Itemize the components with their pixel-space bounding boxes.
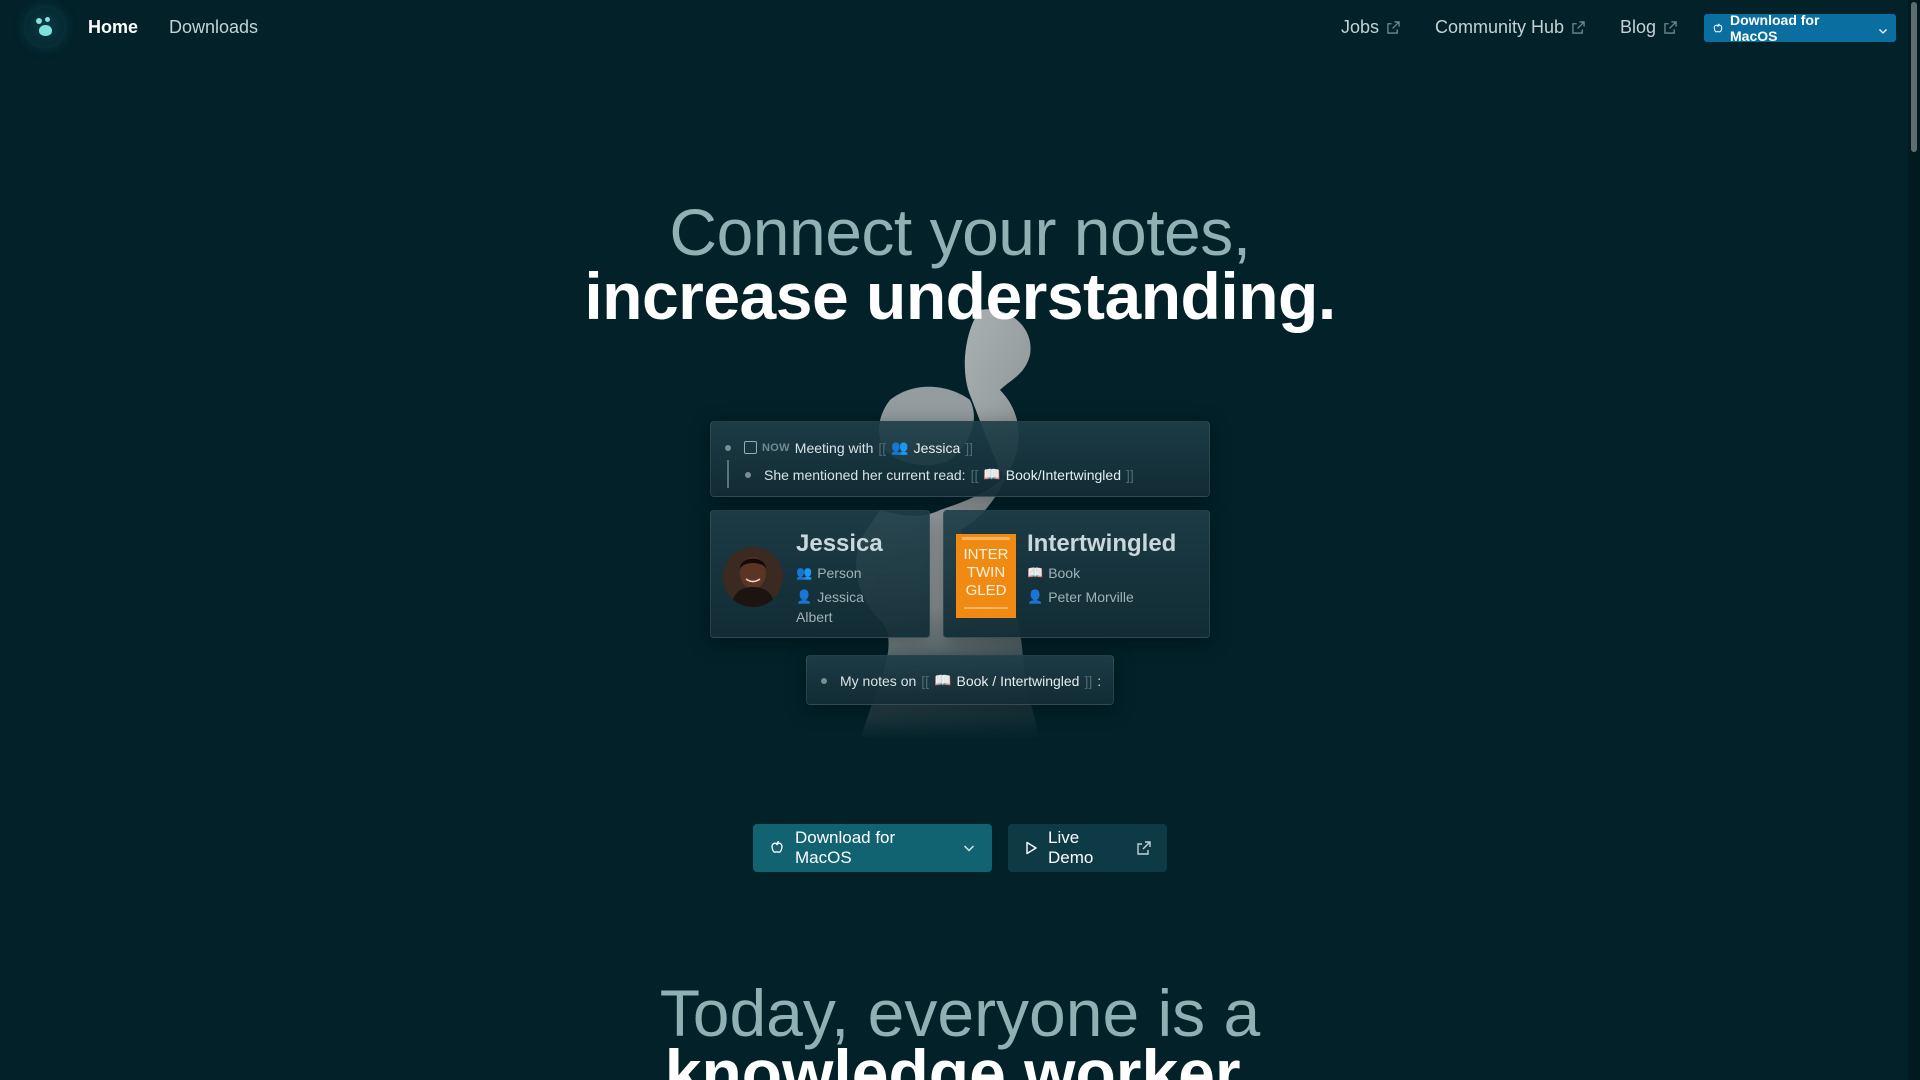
jessica-name-row: 👤 Jessica [796, 587, 864, 607]
live-demo-label: Live Demo [1048, 828, 1094, 867]
nav-download-label: Download for MacOS [1730, 12, 1820, 44]
apple-icon [769, 840, 785, 856]
apple-icon [1712, 22, 1724, 34]
mention-block: She mentioned her current read: [[ 📖 Boo… [745, 466, 1134, 483]
download-macos-button[interactable]: Download for MacOS [753, 824, 992, 872]
nav-home-label: Home [88, 17, 139, 37]
todo-checkbox[interactable] [744, 441, 757, 454]
nav-blog-link[interactable]: Blog [1620, 17, 1677, 38]
chevron-down-icon [962, 841, 976, 855]
bullet-icon [821, 677, 827, 684]
now-marker: NOW [762, 441, 790, 454]
notes-block-card: My notes on [[ 📖 Book / Intertwingled ]]… [806, 655, 1114, 705]
mention-text: She mentioned her current read: [764, 466, 966, 483]
meeting-block-card: NOW Meeting with [[ 👥 Jessica ]] She men… [710, 421, 1210, 497]
cover-line3: GLED [965, 582, 1007, 599]
external-link-icon [1572, 21, 1585, 34]
page-scrollbar[interactable] [1908, 0, 1920, 1080]
notes-colon: : [1097, 672, 1102, 689]
notes-block: My notes on [[ 📖 Book / Intertwingled ]]… [821, 672, 1101, 689]
play-icon [1024, 841, 1038, 855]
open-brackets: [[ [970, 466, 979, 483]
people-icon: 👥 [891, 439, 909, 455]
jessica-avatar [723, 547, 783, 607]
jessica-type: Person [817, 565, 862, 581]
book-cover-image: INTER TWIN GLED [956, 534, 1016, 618]
close-brackets: ]] [965, 439, 974, 456]
book-icon: 📖 [983, 466, 1001, 482]
meeting-block: NOW Meeting with [[ 👥 Jessica ]] [725, 439, 973, 456]
open-brackets: [[ [921, 672, 930, 689]
person-icon: 👤 [1027, 589, 1044, 604]
jessica-first-name: Jessica [817, 589, 864, 605]
nav-blog-label: Blog [1620, 17, 1657, 37]
book-type-row: 📖 Book [1027, 563, 1080, 583]
download-macos-label: Download for MacOS [795, 828, 896, 867]
external-link-icon [1664, 21, 1677, 34]
open-brackets: [[ [878, 439, 887, 456]
jessica-last-name: Albert [796, 609, 833, 625]
people-icon: 👥 [796, 565, 813, 580]
nav-download-button[interactable]: Download for MacOS [1704, 12, 1896, 44]
bullet-icon [745, 471, 751, 478]
nav-jobs-label: Jobs [1341, 17, 1380, 37]
logseq-logo-icon[interactable] [26, 8, 64, 46]
nav-community-link[interactable]: Community Hub [1435, 17, 1585, 38]
book-card-title: Intertwingled [1027, 530, 1177, 557]
cover-line1: INTER [963, 546, 1009, 563]
nav-jobs-link[interactable]: Jobs [1341, 17, 1400, 38]
jessica-preview-card[interactable]: Jessica 👥 Person 👤 Jessica Albert [710, 510, 930, 638]
external-link-icon [1137, 841, 1151, 855]
nav-home-link[interactable]: Home [88, 17, 138, 38]
nav-downloads-link[interactable]: Downloads [169, 17, 258, 38]
hero-title-line1: Connect your notes, [669, 195, 1251, 269]
close-brackets: ]] [1125, 466, 1134, 483]
nav-downloads-label: Downloads [169, 17, 259, 37]
meeting-text: Meeting with [794, 439, 874, 456]
chevron-down-icon [1878, 23, 1888, 34]
nav-community-label: Community Hub [1435, 17, 1565, 37]
jessica-card-title: Jessica [796, 530, 883, 557]
book-author: Peter Morville [1048, 589, 1134, 605]
section2-title-line2: knowledge worker. [664, 1036, 1256, 1080]
external-link-icon [1387, 21, 1400, 34]
book-preview-card[interactable]: INTER TWIN GLED Intertwingled 📖 Book 👤 P… [943, 510, 1210, 638]
person-icon: 👤 [796, 589, 813, 604]
notes-text: My notes on [840, 672, 917, 689]
top-nav: Home Downloads Jobs Community Hub Blog D… [0, 0, 1920, 56]
cover-line2: TWIN [966, 564, 1006, 581]
close-brackets: ]] [1084, 672, 1093, 689]
jessica-page-ref[interactable]: Jessica [914, 440, 961, 456]
hero-title-line2: increase understanding. [584, 259, 1336, 333]
book-icon: 📖 [1027, 565, 1044, 580]
thread-line [727, 460, 729, 488]
book-icon: 📖 [934, 672, 952, 688]
book-author-row: 👤 Peter Morville [1027, 587, 1134, 607]
book-page-ref[interactable]: Book/Intertwingled [1006, 467, 1121, 483]
book-type: Book [1048, 565, 1081, 581]
jessica-type-row: 👥 Person [796, 563, 862, 583]
notes-book-ref[interactable]: Book / Intertwingled [956, 673, 1079, 689]
bullet-icon [725, 444, 731, 451]
scrollbar-thumb[interactable] [1911, 2, 1917, 152]
live-demo-button[interactable]: Live Demo [1008, 824, 1167, 872]
jessica-last-name-row: Albert [796, 607, 833, 627]
